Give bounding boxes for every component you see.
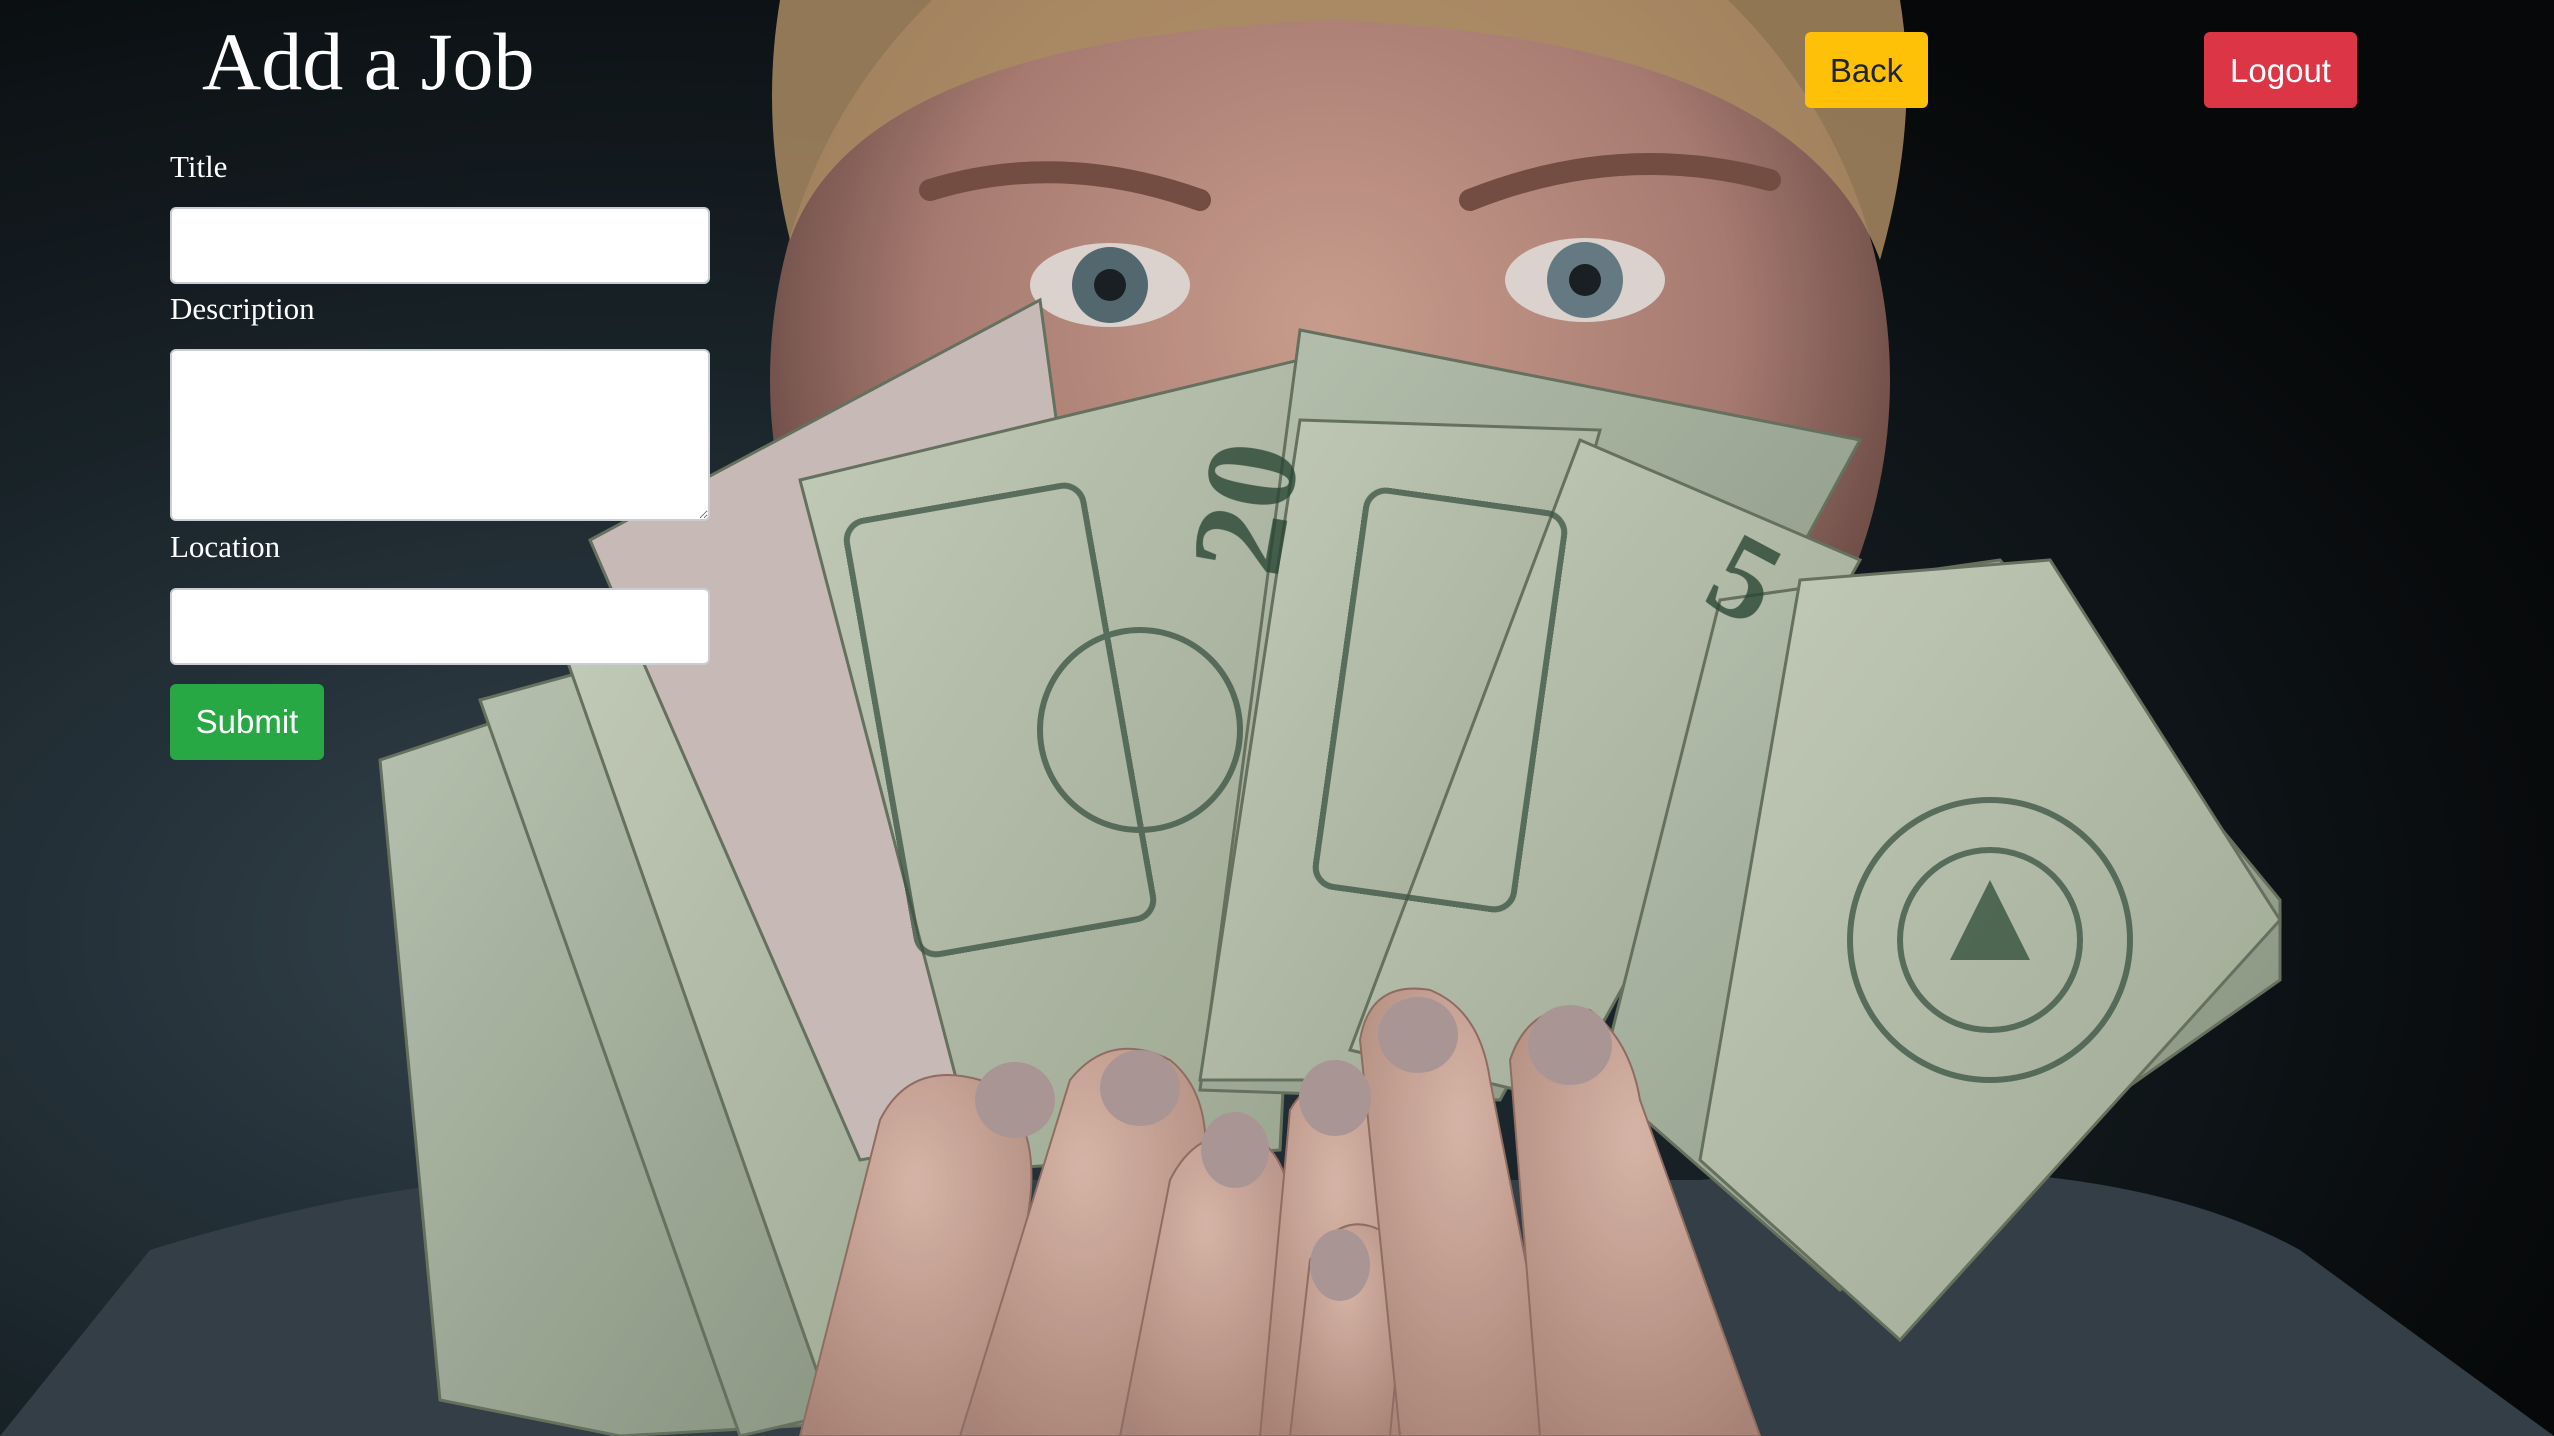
back-button[interactable]: Back xyxy=(1805,32,1928,108)
title-input[interactable] xyxy=(170,207,710,284)
title-label: Title xyxy=(170,149,228,184)
submit-button[interactable]: Submit xyxy=(170,684,324,760)
description-label: Description xyxy=(170,291,315,326)
location-input[interactable] xyxy=(170,588,710,665)
page-title: Add a Job xyxy=(202,16,535,107)
logout-button[interactable]: Logout xyxy=(2204,32,2357,108)
location-label: Location xyxy=(170,529,281,564)
description-textarea[interactable] xyxy=(170,349,710,521)
